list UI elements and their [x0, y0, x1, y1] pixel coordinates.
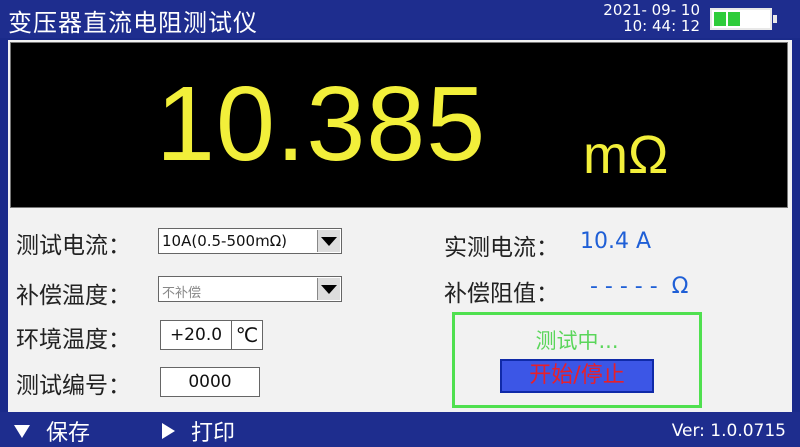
compensated-resistance-label: 补偿阻值：	[444, 281, 559, 307]
ambient-temp-unit: ℃	[231, 320, 263, 350]
time-text: 10: 44: 12	[623, 17, 700, 35]
ambient-temp-input[interactable]: +20.0	[160, 320, 232, 350]
chevron-down-icon[interactable]	[317, 230, 340, 252]
print-label: 打印	[191, 421, 236, 446]
test-current-value: 10A(0.5-500mΩ)	[162, 232, 288, 250]
test-current-label: 测试电流：	[16, 233, 131, 259]
battery-cell	[742, 12, 754, 26]
compensation-temp-label: 补偿温度：	[16, 283, 131, 309]
compensation-temp-value: 不补偿	[162, 286, 202, 301]
actual-current-label: 实测电流：	[444, 235, 559, 261]
battery-icon	[710, 8, 777, 30]
version-text: Ver: 1.0.0715	[671, 421, 786, 441]
date-text: 2021- 09- 10	[603, 1, 700, 19]
test-number-label: 测试编号：	[16, 373, 131, 399]
datetime: 2021- 09- 10 10: 44: 12	[590, 2, 700, 34]
battery-tip	[773, 15, 777, 23]
resistance-reading: 10.385	[156, 65, 487, 183]
test-number-input[interactable]: 0000	[160, 367, 260, 397]
triangle-right-icon	[162, 423, 175, 439]
test-status-box: 测试中... 开始/停止	[452, 312, 702, 408]
compensated-resistance-value: - - - - - Ω	[590, 274, 689, 299]
compensation-temp-select[interactable]: 不补偿	[158, 276, 342, 302]
save-label: 保存	[46, 421, 91, 446]
bottom-bar: 保存 打印 Ver: 1.0.0715	[0, 412, 800, 447]
chevron-down-icon[interactable]	[317, 278, 340, 300]
resistance-unit: mΩ	[583, 125, 669, 185]
device-screen: 变压器直流电阻测试仪 2021- 09- 10 10: 44: 12 10.38…	[0, 0, 800, 447]
battery-cell	[756, 12, 768, 26]
app-title: 变压器直流电阻测试仪	[8, 9, 258, 37]
triangle-down-icon	[14, 424, 30, 438]
print-button[interactable]: 打印	[162, 415, 235, 447]
battery-cell	[728, 12, 740, 26]
main-panel: 10.385 mΩ 测试电流： 10A(0.5-500mΩ) 补偿温度： 不补偿…	[8, 40, 792, 412]
actual-current-value: 10.4 A	[580, 229, 652, 254]
test-current-select[interactable]: 10A(0.5-500mΩ)	[158, 228, 342, 254]
battery-cell	[714, 12, 726, 26]
ambient-temp-label: 环境温度：	[16, 327, 131, 353]
title-bar: 变压器直流电阻测试仪 2021- 09- 10 10: 44: 12	[0, 0, 800, 38]
reading-display: 10.385 mΩ	[10, 42, 788, 208]
test-status-text: 测试中...	[535, 329, 619, 353]
start-stop-button[interactable]: 开始/停止	[500, 359, 654, 393]
save-button[interactable]: 保存	[14, 415, 90, 447]
